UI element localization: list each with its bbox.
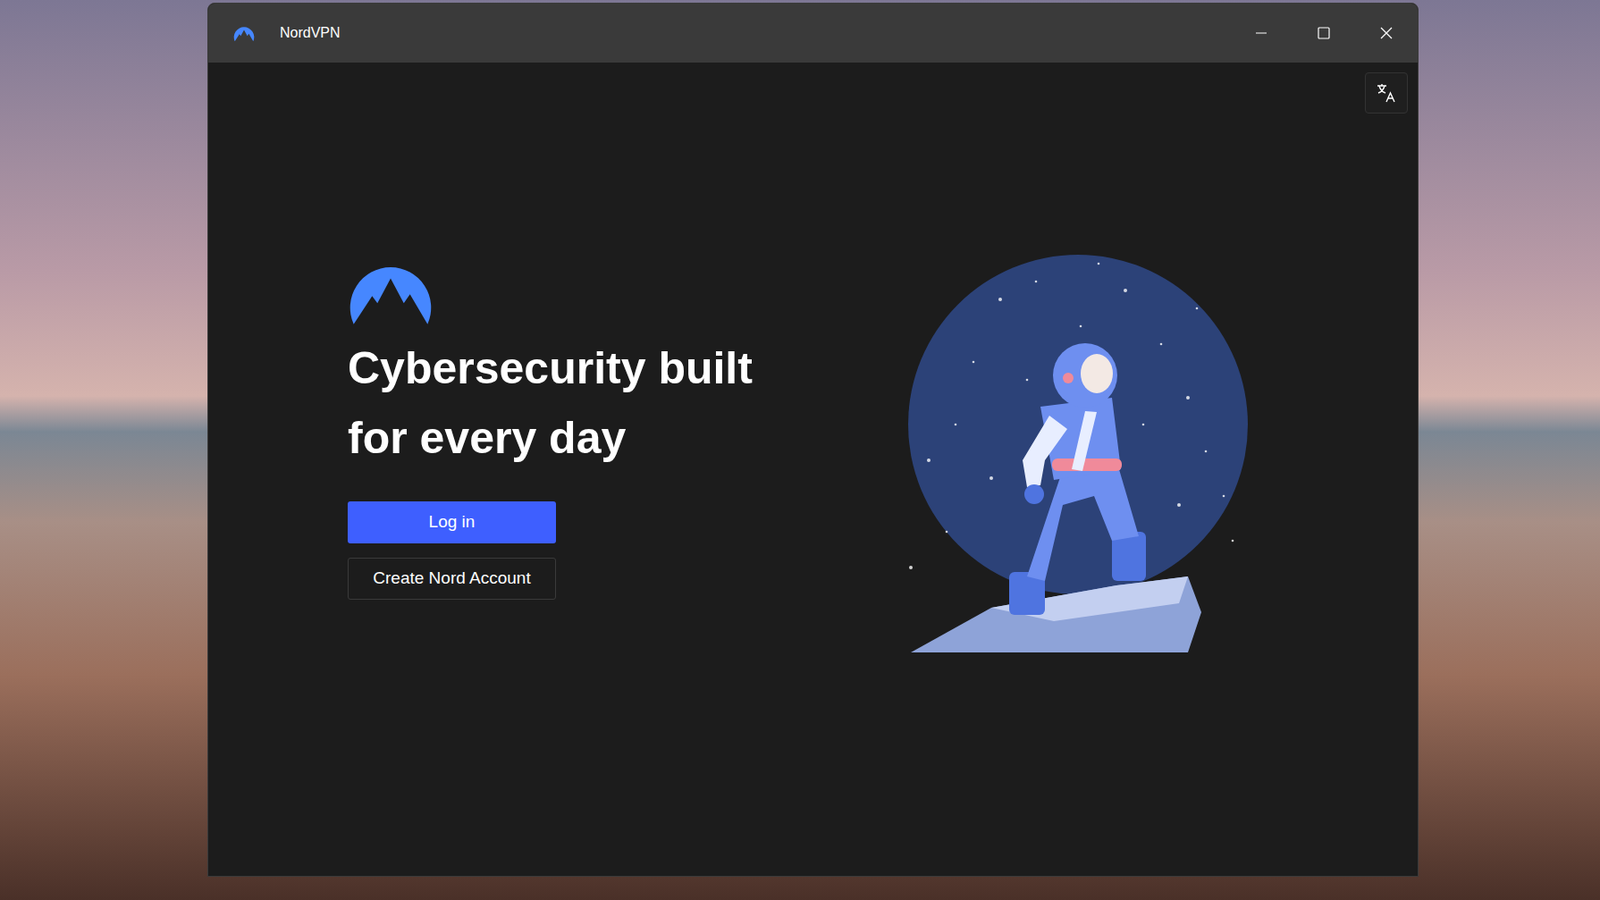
maximize-icon: [1317, 26, 1331, 40]
button-group: Log in Create Nord Account: [347, 501, 556, 600]
headline: Cybersecurity builtfor every day: [347, 333, 867, 473]
app-logo-icon: [233, 24, 255, 43]
window-controls: [1229, 3, 1418, 63]
close-button[interactable]: [1355, 3, 1418, 63]
translate-icon: [1375, 82, 1398, 104]
login-button[interactable]: Log in: [347, 501, 556, 544]
main-row: Cybersecurity builtfor every day Log in Cr…: [208, 113, 1418, 666]
maximize-button[interactable]: [1292, 3, 1356, 63]
headline-line: Cybersecurity built: [347, 333, 867, 404]
headline-line: for every day: [347, 403, 867, 473]
language-button[interactable]: [1364, 72, 1408, 114]
title-bar: NordVPN: [208, 3, 1418, 63]
desktop: NordVPN Cybersecurity builtfor every day L…: [0, 0, 1600, 900]
astronaut-illustration-icon: [892, 245, 1269, 666]
top-toolbar: [208, 62, 1418, 114]
minimize-icon: [1254, 26, 1268, 40]
app-window: NordVPN Cybersecurity builtfor every day L…: [207, 2, 1419, 877]
minimize-button[interactable]: [1229, 3, 1293, 63]
window-title: NordVPN: [279, 22, 341, 44]
nord-logo-icon: [347, 255, 434, 327]
hero-column: Cybersecurity builtfor every day Log in Cr…: [347, 255, 867, 600]
illustration: [892, 245, 1269, 666]
close-icon: [1380, 26, 1393, 40]
create-account-button[interactable]: Create Nord Account: [347, 557, 556, 600]
content: Cybersecurity builtfor every day Log in Cr…: [208, 62, 1418, 876]
